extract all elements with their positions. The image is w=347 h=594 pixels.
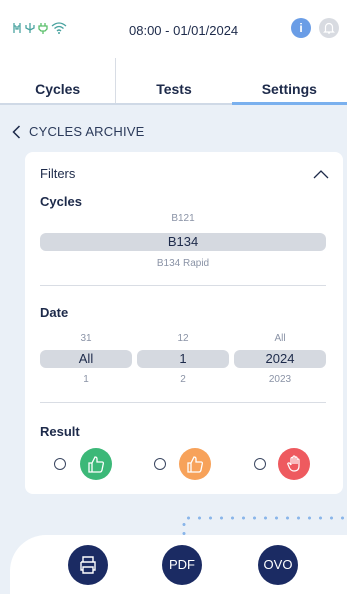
- divider: [40, 402, 326, 403]
- collapse-button[interactable]: [313, 166, 329, 184]
- status-bar: 08:00 - 01/01/2024 i: [0, 0, 347, 58]
- antenna-icon: [12, 22, 22, 34]
- info-button[interactable]: i: [291, 18, 311, 38]
- month-selected[interactable]: 1: [137, 350, 229, 368]
- tab-tests[interactable]: Tests: [115, 58, 231, 103]
- result-fail-badge[interactable]: [278, 448, 310, 480]
- tab-bar: Cycles Tests Settings: [0, 58, 347, 105]
- month-option-below[interactable]: 2: [137, 374, 229, 385]
- chevron-left-icon[interactable]: [12, 124, 21, 139]
- bell-icon: [323, 22, 335, 34]
- cycles-label: Cycles: [40, 194, 82, 209]
- date-label: Date: [40, 305, 69, 320]
- usb-icon: [25, 22, 35, 34]
- year-option-below[interactable]: 2023: [234, 374, 326, 385]
- thumbs-up-icon: [187, 456, 203, 473]
- tab-settings[interactable]: Settings: [231, 58, 347, 105]
- tab-cycles[interactable]: Cycles: [0, 58, 115, 103]
- ovo-button[interactable]: OVO: [258, 545, 298, 585]
- year-option-above[interactable]: All: [234, 333, 326, 344]
- status-icons: [12, 22, 67, 34]
- result-pass-badge[interactable]: [80, 448, 112, 480]
- chevron-up-icon: [313, 170, 329, 179]
- notification-button[interactable]: [319, 18, 339, 38]
- result-fail-radio[interactable]: [254, 458, 266, 470]
- printer-icon: [80, 556, 96, 574]
- divider: [40, 285, 326, 286]
- cycles-selected[interactable]: B134: [40, 233, 326, 251]
- battery-plug-icon: [38, 22, 48, 34]
- cycles-option-below[interactable]: B134 Rapid: [40, 258, 326, 269]
- filters-title: Filters: [40, 166, 76, 181]
- result-warning-radio[interactable]: [154, 458, 166, 470]
- clock: 08:00 - 01/01/2024: [129, 23, 239, 38]
- decorative-dots: [183, 516, 347, 520]
- filters-card: Filters Cycles B121 B134 B134 Rapid Date…: [25, 152, 343, 494]
- day-option-below[interactable]: 1: [40, 374, 132, 385]
- print-button[interactable]: [68, 545, 108, 585]
- result-pass-radio[interactable]: [54, 458, 66, 470]
- breadcrumb[interactable]: CYCLES ARCHIVE: [12, 124, 145, 139]
- wifi-icon: [51, 22, 67, 34]
- day-selected[interactable]: All: [40, 350, 132, 368]
- result-label: Result: [40, 424, 80, 439]
- day-option-above[interactable]: 31: [40, 333, 132, 344]
- cycles-option-above[interactable]: B121: [40, 213, 326, 224]
- year-selected[interactable]: 2024: [234, 350, 326, 368]
- month-option-above[interactable]: 12: [137, 333, 229, 344]
- breadcrumb-label: CYCLES ARCHIVE: [29, 124, 145, 139]
- pdf-button[interactable]: PDF: [162, 545, 202, 585]
- result-warning-badge[interactable]: [179, 448, 211, 480]
- stop-hand-icon: [287, 455, 300, 472]
- thumbs-up-icon: [88, 456, 104, 473]
